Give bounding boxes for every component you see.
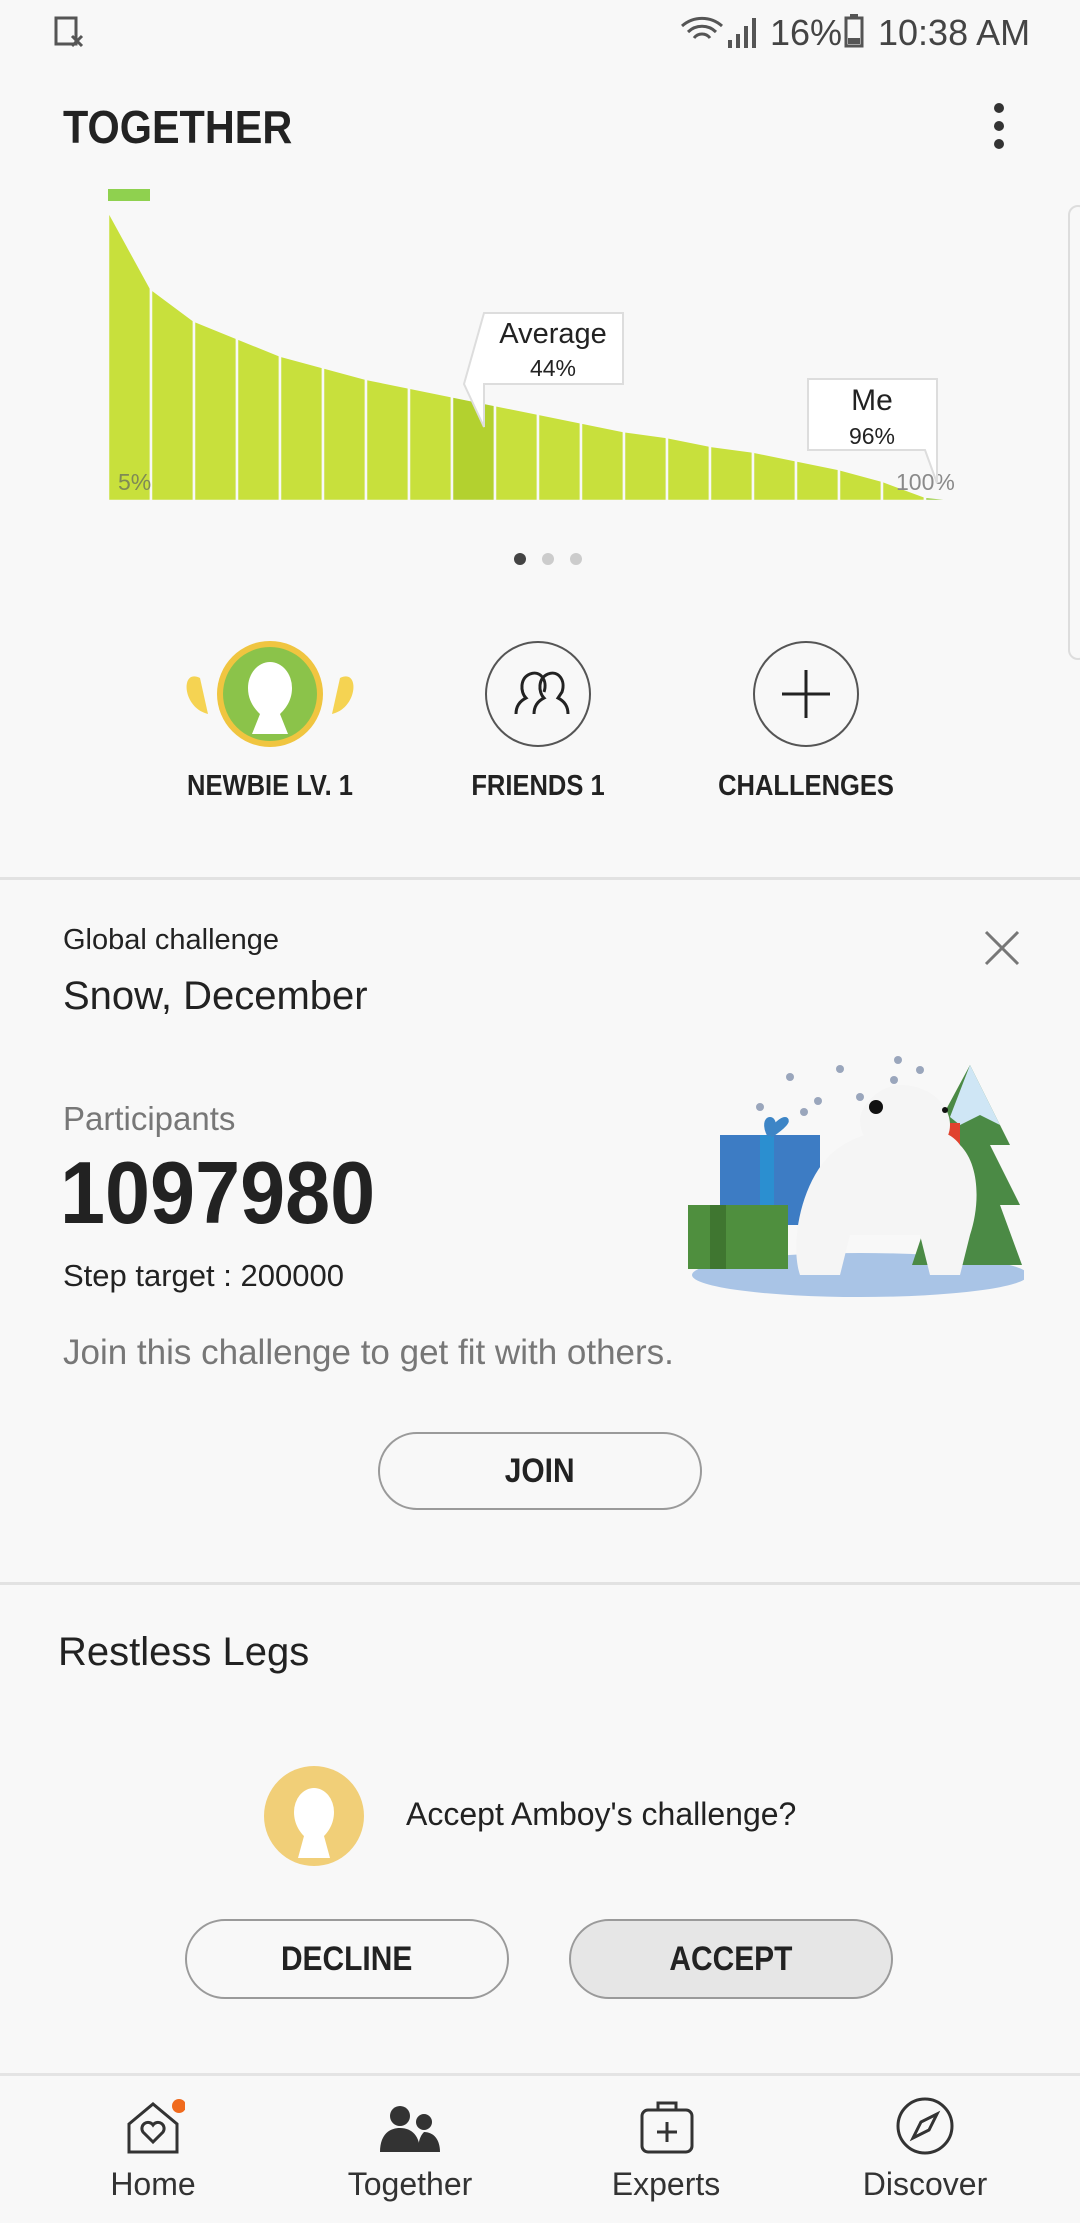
- status-bar: 16% 10:38 AM: [0, 0, 1080, 70]
- nav-discover[interactable]: Discover: [805, 2076, 1045, 2223]
- divider: [0, 877, 1080, 880]
- chart-column: [708, 444, 755, 503]
- min-label: 5%: [118, 469, 151, 495]
- chart-column: [278, 353, 325, 503]
- nav-home-label: Home: [110, 2166, 196, 2202]
- nav-discover-label: Discover: [862, 2166, 988, 2202]
- nav-together-label: Together: [347, 2166, 473, 2202]
- compass-icon: [896, 2097, 954, 2155]
- invite-title: Restless Legs: [58, 1630, 310, 1674]
- chart-column: [149, 286, 196, 503]
- medical-bag-icon: [640, 2101, 694, 2154]
- decline-button[interactable]: DECLINE: [185, 1919, 509, 1999]
- chart-column: [321, 365, 368, 503]
- nav-experts-label: Experts: [611, 2166, 721, 2202]
- average-label: Average: [499, 318, 607, 350]
- me-label: Me: [851, 384, 893, 417]
- chart-column: [407, 385, 454, 503]
- chart-column: [364, 377, 411, 503]
- page-dot[interactable]: [514, 553, 526, 565]
- max-label: 100%: [896, 469, 955, 495]
- chart-column: [622, 429, 669, 503]
- chart-column: [579, 420, 626, 503]
- challenge-description: Join this challenge to get fit with othe…: [63, 1333, 674, 1372]
- challenges-label: CHALLENGES: [718, 770, 894, 802]
- step-target: Step target : 200000: [63, 1258, 344, 1293]
- nav-experts[interactable]: Experts: [546, 2076, 786, 2223]
- polar-bear-illustration: [688, 1056, 1024, 1297]
- battery-icon: [844, 14, 864, 48]
- battery-percent: 16%: [770, 12, 843, 53]
- average-value: 44%: [530, 355, 576, 381]
- friends-icon[interactable]: [484, 640, 592, 748]
- page-dot[interactable]: [542, 553, 554, 565]
- sim-card-icon: [54, 16, 84, 48]
- top-marker: [108, 189, 150, 201]
- nav-home[interactable]: Home: [33, 2076, 273, 2223]
- participants-count: 1097980: [60, 1143, 376, 1242]
- chart-column: [192, 318, 239, 503]
- close-icon[interactable]: [984, 930, 1020, 966]
- challenge-kicker: Global challenge: [63, 924, 280, 956]
- join-button[interactable]: JOIN: [378, 1432, 702, 1510]
- people-icon: [380, 2106, 440, 2152]
- clock: 10:38 AM: [878, 12, 1031, 53]
- wifi-signal-icon: [681, 16, 756, 48]
- chart-column: [106, 209, 153, 503]
- level-label: NEWBIE LV. 1: [187, 770, 353, 802]
- accept-label: ACCEPT: [669, 1939, 793, 1978]
- chart-column: [450, 394, 497, 503]
- chart-column: [794, 458, 841, 503]
- chart-column: [536, 412, 583, 503]
- accept-button[interactable]: ACCEPT: [569, 1919, 893, 1999]
- me-value: 96%: [849, 423, 895, 449]
- chart-column: [235, 336, 282, 503]
- level-avatar-icon: [186, 641, 354, 747]
- level-button[interactable]: [170, 638, 370, 750]
- invite-message: Accept Amboy's challenge?: [406, 1796, 797, 1832]
- nav-together[interactable]: Together: [290, 2076, 530, 2223]
- participants-label: Participants: [63, 1100, 236, 1137]
- more-vertical-icon[interactable]: [985, 102, 1013, 150]
- friends-label: FRIENDS 1: [471, 770, 605, 802]
- chart-column: [751, 450, 798, 503]
- distribution-chart: 5% 100% Average 44% Me 96%: [106, 189, 969, 503]
- join-label: JOIN: [505, 1451, 575, 1490]
- home-heart-icon: [127, 2099, 185, 2154]
- plus-icon[interactable]: [752, 640, 860, 748]
- chart-column: [493, 403, 540, 503]
- challenge-name: Snow, December: [63, 974, 368, 1018]
- bottom-navigation: Home Together Experts Discover: [0, 2073, 1080, 2220]
- chart-column: [837, 467, 884, 503]
- chart-column: [665, 435, 712, 503]
- decline-label: DECLINE: [281, 1939, 413, 1978]
- page-dot[interactable]: [570, 553, 582, 565]
- page-title: TOGETHER: [63, 101, 293, 153]
- chart-column: [923, 495, 969, 503]
- divider: [0, 1582, 1080, 1585]
- friend-avatar: [264, 1766, 364, 1866]
- notification-badge: [172, 2099, 185, 2113]
